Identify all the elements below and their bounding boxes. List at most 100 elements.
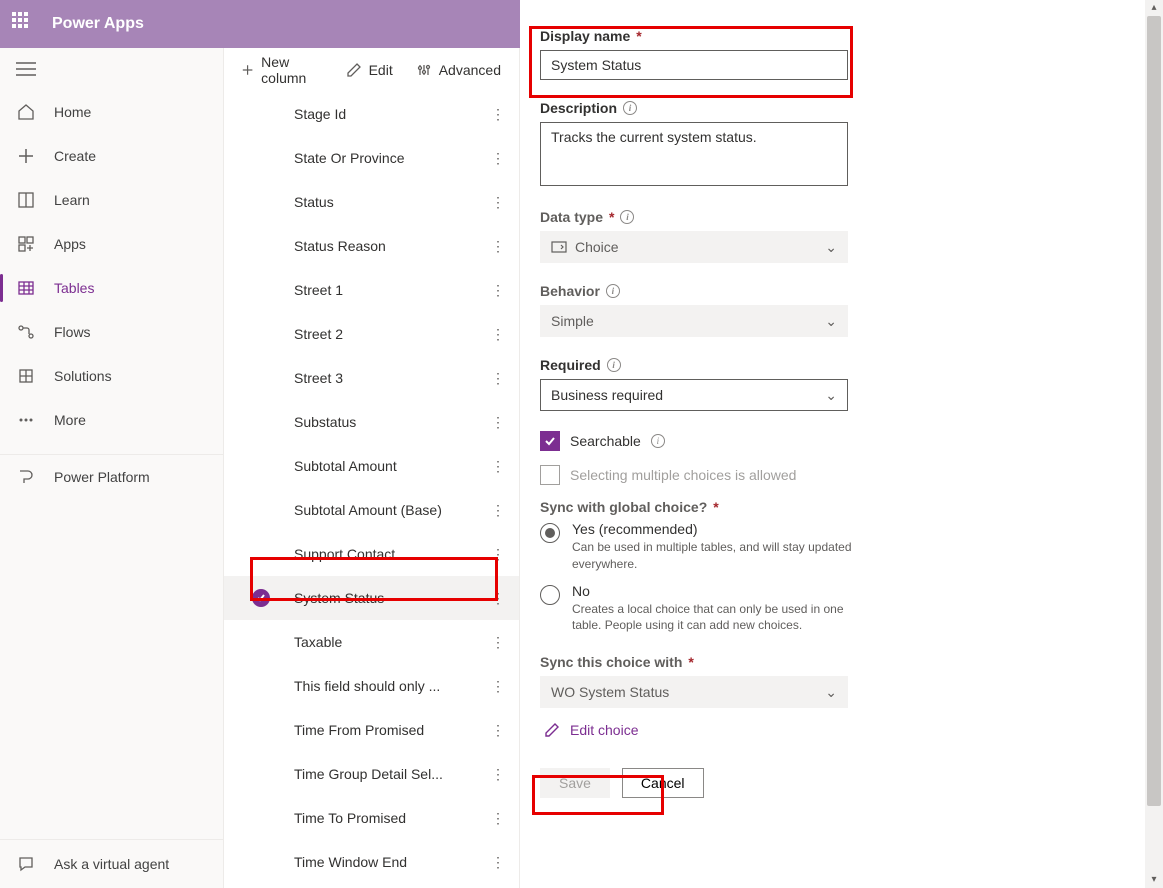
info-icon[interactable]: i: [607, 358, 621, 372]
row-more-icon[interactable]: ⋮: [483, 586, 513, 611]
column-name: Time To Promised: [294, 810, 406, 826]
sync-no-desc: Creates a local choice that can only be …: [572, 601, 852, 635]
row-more-icon[interactable]: ⋮: [483, 146, 513, 171]
row-more-icon[interactable]: ⋮: [483, 806, 513, 831]
sync-no-radio: [540, 585, 560, 605]
row-more-icon[interactable]: ⋮: [483, 278, 513, 303]
required-select[interactable]: Business required ⌄: [540, 379, 848, 411]
info-icon[interactable]: i: [606, 284, 620, 298]
column-name: Subtotal Amount (Base): [294, 502, 442, 518]
ask-agent-label: Ask a virtual agent: [54, 856, 169, 872]
column-row[interactable]: Street 1⋮: [224, 268, 519, 312]
scrollbar-thumb[interactable]: [1147, 16, 1161, 806]
row-more-icon[interactable]: ⋮: [483, 322, 513, 347]
pencil-icon: [544, 722, 560, 738]
advanced-button[interactable]: Advanced: [407, 56, 511, 84]
behavior-section: Behaviori Simple ⌄: [540, 283, 1125, 337]
column-row[interactable]: Time Window Start⋮: [224, 884, 519, 888]
description-section: Descriptioni: [540, 100, 1125, 189]
edit-choice-button[interactable]: Edit choice: [540, 714, 1125, 746]
column-row[interactable]: Substatus ⋮: [224, 400, 519, 444]
description-input[interactable]: [540, 122, 848, 186]
cancel-button[interactable]: Cancel: [622, 768, 704, 798]
column-row[interactable]: This field should only ...⋮: [224, 664, 519, 708]
vertical-scrollbar[interactable]: ▴ ▾: [1145, 0, 1163, 888]
column-name: State Or Province: [294, 150, 405, 166]
column-row[interactable]: Time To Promised ⋮: [224, 796, 519, 840]
plus-icon: [16, 146, 36, 166]
nav-tables[interactable]: Tables: [0, 266, 223, 310]
list-toolbar: New column Edit Advanced: [224, 48, 519, 92]
new-column-button[interactable]: New column: [232, 48, 333, 92]
info-icon[interactable]: i: [651, 434, 665, 448]
nav-label: Home: [54, 104, 91, 120]
nav-label: Flows: [54, 324, 91, 340]
column-row[interactable]: Street 2⋮: [224, 312, 519, 356]
nav-power-platform[interactable]: Power Platform: [0, 454, 223, 499]
data-type-label: Data type*i: [540, 209, 1125, 225]
column-row[interactable]: Stage Id ⋮: [224, 92, 519, 136]
row-more-icon[interactable]: ⋮: [483, 762, 513, 787]
row-more-icon[interactable]: ⋮: [483, 850, 513, 875]
nav-flows[interactable]: Flows: [0, 310, 223, 354]
nav-solutions[interactable]: Solutions: [0, 354, 223, 398]
info-icon[interactable]: i: [620, 210, 634, 224]
sync-with-label: Sync this choice with*: [540, 654, 1125, 670]
save-button: Save: [540, 768, 610, 798]
row-more-icon[interactable]: ⋮: [483, 102, 513, 127]
solutions-icon: [16, 366, 36, 386]
row-more-icon[interactable]: ⋮: [483, 366, 513, 391]
column-name: Time Window End: [294, 854, 407, 870]
nav-create[interactable]: Create: [0, 134, 223, 178]
row-more-icon[interactable]: ⋮: [483, 190, 513, 215]
nav-more[interactable]: More: [0, 398, 223, 442]
sync-yes-row: Yes (recommended) Can be used in multipl…: [540, 521, 1125, 573]
power-platform-icon: [16, 467, 36, 487]
row-more-icon[interactable]: ⋮: [483, 454, 513, 479]
info-icon[interactable]: i: [623, 101, 637, 115]
row-more-icon[interactable]: ⋮: [483, 410, 513, 435]
column-row[interactable]: Support Contact⋮: [224, 532, 519, 576]
column-row[interactable]: Time From Promised⋮: [224, 708, 519, 752]
row-more-icon[interactable]: ⋮: [483, 718, 513, 743]
row-more-icon[interactable]: ⋮: [483, 674, 513, 699]
sync-global-label: Sync with global choice?*: [540, 499, 1125, 515]
nav-apps[interactable]: Apps: [0, 222, 223, 266]
more-icon: [16, 410, 36, 430]
nav-collapse-button[interactable]: [0, 48, 223, 90]
scroll-up-icon[interactable]: ▴: [1148, 2, 1160, 14]
sync-yes-label: Yes (recommended): [572, 521, 852, 537]
scroll-down-icon[interactable]: ▾: [1148, 874, 1160, 886]
column-row[interactable]: State Or Province ⋮: [224, 136, 519, 180]
edit-button[interactable]: Edit: [337, 56, 403, 84]
column-row[interactable]: Status Reason⋮: [224, 224, 519, 268]
searchable-checkbox[interactable]: [540, 431, 560, 451]
row-more-icon[interactable]: ⋮: [483, 234, 513, 259]
row-more-icon[interactable]: ⋮: [483, 542, 513, 567]
column-row[interactable]: System Status ⋮: [224, 576, 519, 620]
column-row[interactable]: Street 3⋮: [224, 356, 519, 400]
app-launcher-icon[interactable]: [12, 12, 36, 36]
column-row[interactable]: Status⋮: [224, 180, 519, 224]
sync-global-section: Sync with global choice?* Yes (recommend…: [540, 499, 1125, 634]
ask-virtual-agent[interactable]: Ask a virtual agent: [0, 839, 223, 888]
column-row[interactable]: Time Window End ⋮: [224, 840, 519, 884]
row-more-icon[interactable]: ⋮: [483, 630, 513, 655]
column-name: Substatus: [294, 414, 356, 430]
sync-no-row: No Creates a local choice that can only …: [540, 583, 1125, 635]
column-name: Stage Id: [294, 106, 346, 122]
column-row[interactable]: Subtotal Amount (Base) ⋮: [224, 488, 519, 532]
chevron-down-icon: ⌄: [825, 684, 837, 701]
row-more-icon[interactable]: ⋮: [483, 498, 513, 523]
column-name: System Status: [294, 590, 384, 606]
column-list[interactable]: Stage Id⋮State Or Province⋮Status⋮Status…: [224, 92, 519, 888]
searchable-row[interactable]: Searchable i: [540, 431, 1125, 451]
column-row[interactable]: Taxable⋮: [224, 620, 519, 664]
nav-learn[interactable]: Learn: [0, 178, 223, 222]
display-name-input[interactable]: [540, 50, 848, 80]
column-row[interactable]: Time Group Detail Sel...⋮: [224, 752, 519, 796]
column-row[interactable]: Subtotal Amount⋮: [224, 444, 519, 488]
behavior-label: Behaviori: [540, 283, 1125, 299]
apps-icon: [16, 234, 36, 254]
nav-home[interactable]: Home: [0, 90, 223, 134]
